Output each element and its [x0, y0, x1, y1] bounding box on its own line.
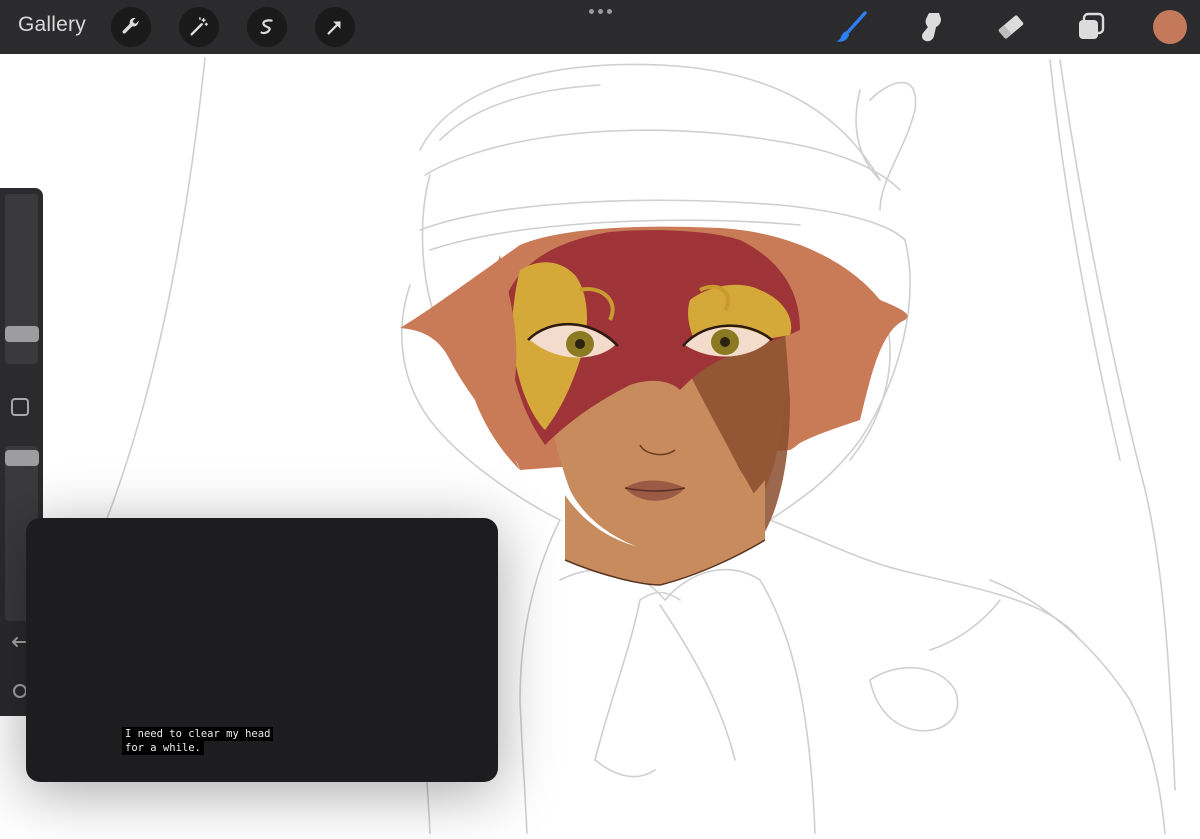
selection-icon[interactable]: [247, 7, 287, 47]
brush-size-knob[interactable]: [5, 326, 39, 342]
smudge-icon[interactable]: [913, 9, 949, 45]
magic-wand-icon[interactable]: [179, 7, 219, 47]
eraser-icon[interactable]: [993, 9, 1029, 45]
opacity-knob[interactable]: [5, 450, 39, 466]
transform-arrow-icon[interactable]: [315, 7, 355, 47]
square-icon[interactable]: [11, 398, 29, 416]
color-picker-swatch[interactable]: [1153, 10, 1187, 44]
brush-icon[interactable]: [833, 9, 869, 45]
caption-line-2: for a while.: [122, 741, 204, 755]
video-overlay-panel: I need to clear my head for a while.: [26, 518, 498, 782]
more-options-icon[interactable]: [588, 4, 612, 18]
layers-icon[interactable]: [1073, 9, 1109, 45]
top-toolbar: Gallery: [0, 0, 1200, 54]
caption-line-1: I need to clear my head: [122, 727, 274, 741]
gallery-button[interactable]: Gallery: [18, 13, 86, 37]
wrench-icon[interactable]: [111, 7, 151, 47]
caption-text: I need to clear my head for a while.: [122, 727, 274, 755]
